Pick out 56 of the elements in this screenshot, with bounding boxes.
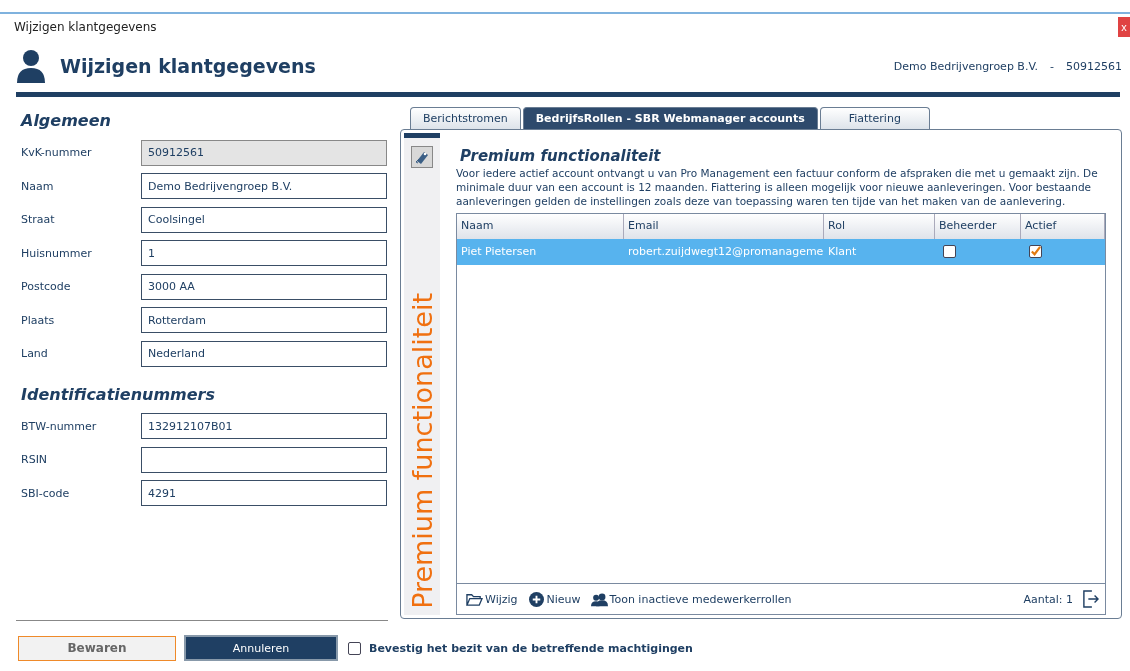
column-header[interactable]: Rol: [824, 213, 935, 239]
field-label: Postcode: [20, 280, 72, 294]
checkbox[interactable]: [1029, 245, 1042, 259]
save-button[interactable]: Bewaren: [18, 635, 176, 661]
field-label: Straat: [20, 213, 56, 227]
people-icon: [590, 591, 608, 607]
toolbar-button[interactable]: Wijzig: [463, 591, 521, 607]
folder-icon: [466, 591, 483, 607]
field-label: Huisnummer: [20, 246, 93, 260]
toolbar-button[interactable]: Toon inactieve medewerkerrollen: [587, 591, 795, 607]
input-field[interactable]: Rotterdam: [141, 307, 387, 334]
person-icon: [16, 49, 46, 83]
checkbox[interactable]: [943, 245, 956, 259]
side-label: Premium functionaliteit: [406, 293, 438, 609]
field-label: KvK-nummer: [20, 146, 93, 160]
plus-icon: [527, 591, 545, 607]
page-title: Wijzigen klantgegevens: [60, 55, 316, 77]
table-cell-text: robert.zuijdwegt12@promanageme: [627, 245, 824, 259]
input-field[interactable]: 1: [141, 240, 387, 267]
panel-title: Premium functionaliteit: [460, 147, 662, 165]
company-number: 50912561: [1066, 59, 1122, 73]
company-name: Demo Bedrijvengroep B.V.: [893, 59, 1038, 73]
field-label: BTW-nummer: [20, 419, 98, 433]
input-field[interactable]: [141, 446, 387, 473]
checkbox[interactable]: [348, 641, 361, 655]
toolbar-button[interactable]: Nieuw: [524, 591, 584, 607]
column-header[interactable]: Beheerder: [935, 213, 1021, 239]
field-label: Land: [20, 347, 49, 361]
column-header[interactable]: Email: [624, 213, 824, 239]
input-field[interactable]: 4291: [141, 480, 387, 507]
section-title: Algemeen: [21, 111, 112, 130]
description-text: Voor iedere actief account ontvangt u van Pro Management een factuur conform de afspraken die met u gemaakt zijn. De minimale duur van een account is 12 maanden. Fiattering is alleen mogelijk voor nieuwe aanleveringen. Voor bestaande aanleveringen gelden de instellingen zoals deze van toepassing waren ten tijde van het maken van de aanlevering.: [456, 167, 1099, 209]
checkbox-label: Bevestig het bezit van de betreffende machtigingen: [369, 641, 693, 655]
count-text: Aantal: 1: [1023, 592, 1073, 606]
input-field[interactable]: 132912107B01: [141, 413, 387, 440]
table-cell-text: Klant: [827, 245, 858, 259]
input-field[interactable]: Coolsingel: [141, 206, 387, 233]
table-cell-text: Piet Pietersen: [460, 245, 538, 259]
column-header[interactable]: Actief: [1021, 213, 1105, 239]
export-icon[interactable]: [1083, 590, 1099, 608]
column-header[interactable]: Naam: [457, 213, 624, 239]
input-field[interactable]: Demo Bedrijvengroep B.V.: [141, 173, 387, 200]
tab[interactable]: Berichtstromen: [410, 107, 521, 129]
tab[interactable]: BedrijfsRollen - SBR Webmanager accounts: [522, 107, 818, 129]
input-field[interactable]: 3000 AA: [141, 273, 387, 300]
separator-text: -: [1050, 59, 1054, 73]
field-label: SBI-code: [20, 486, 71, 500]
field-label: Plaats: [20, 313, 56, 327]
cancel-button[interactable]: Annuleren: [184, 635, 338, 661]
field-label: Naam: [20, 179, 55, 193]
close-button[interactable]: x: [1118, 17, 1130, 37]
input-field[interactable]: Nederland: [141, 340, 387, 367]
section-title: Identificatienummers: [21, 384, 217, 404]
field-label: RSIN: [20, 453, 49, 467]
window-title: Wijzigen klantgegevens: [14, 20, 157, 34]
tab[interactable]: Fiattering: [819, 107, 930, 129]
